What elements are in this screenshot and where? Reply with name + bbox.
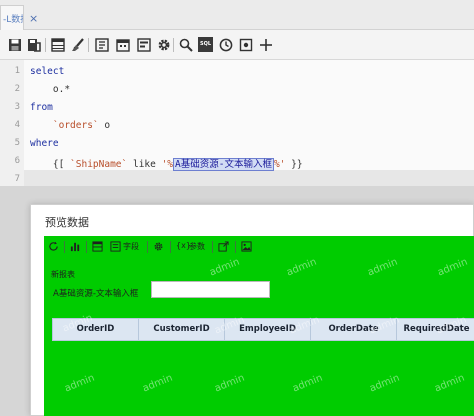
sql-field-name: `ShipName` <box>70 159 128 170</box>
sql-table-name: `orders` <box>52 120 99 131</box>
sql-icon-label: SQL <box>199 41 212 47</box>
settings-icon[interactable] <box>238 37 254 53</box>
toolbar-separator <box>173 38 174 52</box>
preview-toolbar: 字段 {x} 参数 <box>44 236 474 258</box>
watermark: admin <box>141 372 175 395</box>
tab-title: -L数据集-1 <box>3 15 23 25</box>
sql-icon[interactable]: SQL <box>198 37 213 52</box>
editor-toolbar: SQL <box>0 30 474 60</box>
preview-panel: 字段 {x} 参数 新报表 A基础资源-文本输入框 OrderID Custom… <box>44 236 474 416</box>
table-icon[interactable] <box>50 37 66 53</box>
line-number: 1 <box>14 66 20 76</box>
column-header-employeeid[interactable]: EmployeeID <box>225 319 311 340</box>
watermark: admin <box>433 372 467 395</box>
tab-close-icon[interactable]: × <box>29 13 38 24</box>
sql-parameter-highlight[interactable]: A基础资源-文本输入框 <box>173 158 274 171</box>
column-header-customerid[interactable]: CustomerID <box>139 319 225 340</box>
param-input[interactable] <box>151 281 270 298</box>
sql-keyword: where <box>30 138 59 149</box>
image-icon[interactable] <box>241 241 252 252</box>
sql-bracket-open: {[ <box>30 159 71 170</box>
sql-select-list: o.* <box>30 84 71 95</box>
sql-like: like <box>127 159 162 170</box>
sql-keyword: select <box>30 66 65 77</box>
add-icon[interactable] <box>258 37 274 53</box>
sql-keyword: from <box>30 102 53 113</box>
toolbar-separator <box>235 241 236 253</box>
preview-dialog: 预览数据 字段 {x} 参数 新报表 A基础资源-文本输入框 OrderID C… <box>30 204 474 416</box>
history-icon[interactable] <box>218 37 234 53</box>
toolbar-separator <box>170 241 171 253</box>
sql-editor[interactable]: 1 2 3 4 5 6 7 select o.* from `orders` o… <box>0 60 474 186</box>
line-number: 3 <box>14 102 20 112</box>
watermark: admin <box>436 256 470 279</box>
save-icon[interactable] <box>7 37 23 53</box>
field-icon[interactable] <box>110 241 121 252</box>
line-number: 4 <box>14 120 20 130</box>
active-line-highlight <box>0 170 474 186</box>
param-field-label: A基础资源-文本输入框 <box>53 289 139 299</box>
sql-alias: o <box>98 120 111 131</box>
export-icon[interactable] <box>218 241 229 252</box>
toolbar-separator <box>88 38 89 52</box>
line-number: 2 <box>14 84 20 94</box>
param-button-label[interactable]: 参数 <box>189 241 205 252</box>
search-icon[interactable] <box>178 37 194 53</box>
form-icon[interactable] <box>136 37 152 53</box>
watermark: admin <box>285 256 319 279</box>
code-line: select <box>30 66 64 77</box>
line-number: 6 <box>14 156 20 166</box>
line-number: 5 <box>14 138 20 148</box>
toolbar-separator <box>86 241 87 253</box>
watermark: admin <box>291 372 325 395</box>
watermark: admin <box>208 256 242 279</box>
toolbar-separator <box>45 38 46 52</box>
refresh-icon[interactable] <box>48 241 59 252</box>
field-button-label[interactable]: 字段 <box>123 241 139 252</box>
properties-icon[interactable] <box>94 37 110 53</box>
toolbar-separator <box>147 241 148 253</box>
dialog-title: 预览数据 <box>45 216 89 229</box>
code-line: from <box>30 102 53 113</box>
table-icon[interactable] <box>92 241 103 252</box>
line-number: 7 <box>14 174 20 184</box>
sql-quote-close: %' <box>273 159 286 170</box>
watermark: admin <box>366 256 400 279</box>
toolbar-separator <box>64 241 65 253</box>
chart-icon[interactable] <box>70 241 81 252</box>
code-line: where <box>30 138 59 149</box>
code-line: o.* <box>30 84 70 95</box>
watermark: admin <box>213 372 247 395</box>
tab-dataset[interactable]: -L数据集-1 <box>0 5 24 30</box>
brush-icon[interactable] <box>70 37 86 53</box>
result-grid-header: OrderID CustomerID EmployeeID OrderDate … <box>52 318 474 341</box>
gear-icon[interactable] <box>153 241 164 252</box>
gear-icon[interactable] <box>156 37 172 53</box>
toolbar-separator <box>212 241 213 253</box>
calendar-icon[interactable] <box>115 37 131 53</box>
watermark: admin <box>63 372 97 395</box>
code-line: {[ `ShipName` like '% A基础资源-文本输入框 %' }} <box>30 156 303 171</box>
tab-bar: -L数据集-1 × <box>0 0 474 30</box>
column-header-requireddate[interactable]: RequiredDate <box>397 319 474 340</box>
watermark: admin <box>368 372 402 395</box>
column-header-orderid[interactable]: OrderID <box>53 319 139 340</box>
column-header-orderdate[interactable]: OrderDate <box>311 319 397 340</box>
code-line: `orders` o <box>30 120 110 131</box>
sql-bracket-close: }} <box>285 159 303 170</box>
save-as-icon[interactable] <box>26 37 42 53</box>
line-number-gutter: 1 2 3 4 5 6 7 <box>0 60 24 186</box>
report-title: 新报表 <box>51 270 75 279</box>
sql-quote-open: '% <box>161 159 174 170</box>
